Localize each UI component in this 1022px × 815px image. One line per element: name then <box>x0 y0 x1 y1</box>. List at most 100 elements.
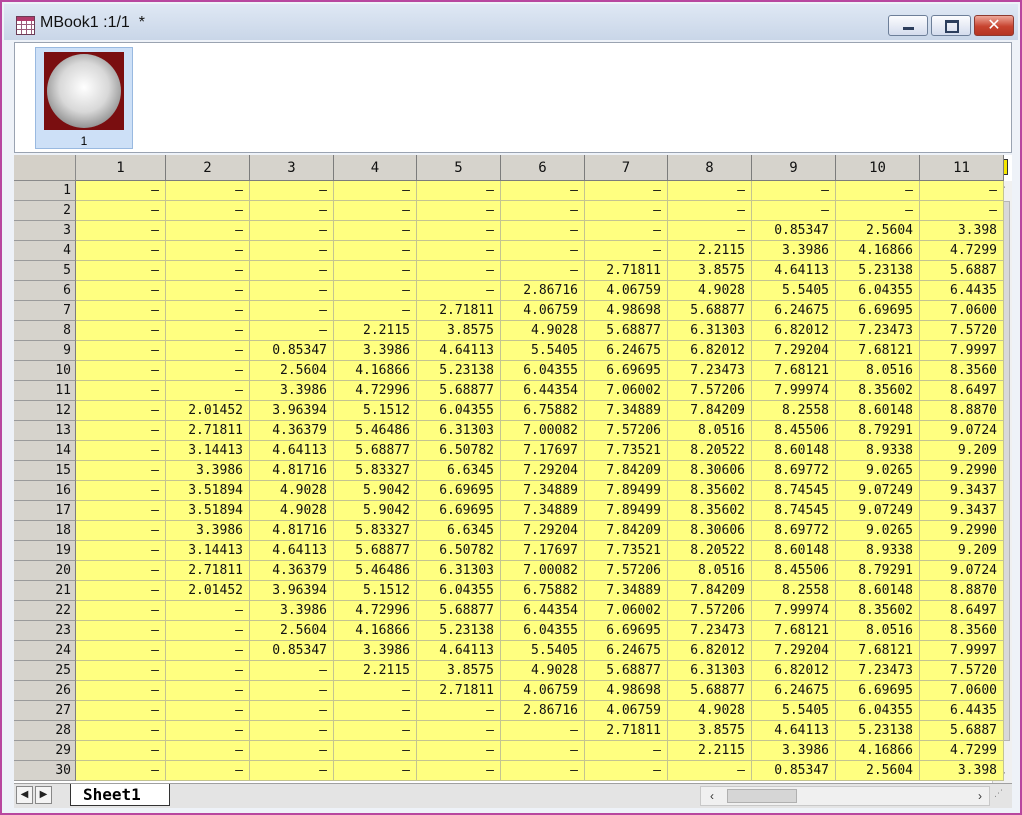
matrix-cell[interactable]: 3.3986 <box>752 741 836 761</box>
matrix-cell[interactable]: 4.81716 <box>250 461 334 481</box>
row-header[interactable]: 9 <box>14 341 76 361</box>
matrix-cell[interactable]: — <box>836 181 920 201</box>
matrix-grid[interactable]: ▶ ⌃ ⌄ 12345678910111———————————2————————… <box>14 155 1012 783</box>
matrix-cell[interactable]: 7.0600 <box>920 301 1004 321</box>
matrix-cell[interactable]: 4.64113 <box>752 721 836 741</box>
matrix-cell[interactable]: 8.2558 <box>752 581 836 601</box>
horizontal-scroll-thumb[interactable] <box>727 789 797 803</box>
matrix-cell[interactable]: 8.0516 <box>668 421 752 441</box>
matrix-cell[interactable]: 2.71811 <box>417 681 501 701</box>
matrix-cell[interactable]: 3.8575 <box>417 661 501 681</box>
matrix-cell[interactable]: 6.04355 <box>501 621 585 641</box>
matrix-cell[interactable]: — <box>76 181 166 201</box>
matrix-cell[interactable]: — <box>166 361 250 381</box>
matrix-cell[interactable]: — <box>250 721 334 741</box>
matrix-cell[interactable]: 5.9042 <box>334 481 417 501</box>
matrix-cell[interactable]: — <box>76 761 166 781</box>
matrix-cell[interactable]: 7.99974 <box>752 381 836 401</box>
matrix-cell[interactable]: 0.85347 <box>752 221 836 241</box>
matrix-cell[interactable]: 8.2558 <box>752 401 836 421</box>
matrix-cell[interactable]: 6.4435 <box>920 701 1004 721</box>
matrix-cell[interactable]: — <box>250 261 334 281</box>
matrix-cell[interactable]: — <box>250 701 334 721</box>
matrix-cell[interactable]: 7.29204 <box>752 641 836 661</box>
matrix-cell[interactable]: 7.9997 <box>920 641 1004 661</box>
matrix-cell[interactable]: 3.14413 <box>166 541 250 561</box>
matrix-cell[interactable]: 8.35602 <box>836 381 920 401</box>
matrix-cell[interactable]: 7.29204 <box>752 341 836 361</box>
matrix-cell[interactable]: — <box>250 321 334 341</box>
matrix-cell[interactable]: 8.60148 <box>836 401 920 421</box>
matrix-cell[interactable]: 3.51894 <box>166 501 250 521</box>
matrix-cell[interactable]: 6.6345 <box>417 461 501 481</box>
matrix-cell[interactable]: 9.0265 <box>836 521 920 541</box>
matrix-cell[interactable]: 7.73521 <box>585 441 668 461</box>
matrix-cell[interactable]: — <box>76 521 166 541</box>
matrix-cell[interactable]: — <box>752 201 836 221</box>
matrix-cell[interactable]: 5.23138 <box>836 721 920 741</box>
matrix-cell[interactable]: 9.07249 <box>836 501 920 521</box>
matrix-cell[interactable]: 8.60148 <box>752 441 836 461</box>
matrix-cell[interactable]: 2.2115 <box>334 661 417 681</box>
row-header[interactable]: 6 <box>14 281 76 301</box>
matrix-cell[interactable]: 7.68121 <box>752 621 836 641</box>
column-header[interactable]: 5 <box>417 155 501 181</box>
row-header[interactable]: 8 <box>14 321 76 341</box>
matrix-cell[interactable]: 6.31303 <box>668 321 752 341</box>
matrix-cell[interactable]: — <box>417 721 501 741</box>
matrix-cell[interactable]: 6.44354 <box>501 381 585 401</box>
matrix-cell[interactable]: — <box>668 201 752 221</box>
matrix-cell[interactable]: 7.5720 <box>920 321 1004 341</box>
matrix-cell[interactable]: 2.2115 <box>668 241 752 261</box>
matrix-object-thumbnail[interactable]: 1 <box>35 47 133 149</box>
matrix-cell[interactable]: — <box>166 241 250 261</box>
matrix-cell[interactable]: — <box>920 181 1004 201</box>
matrix-cell[interactable]: 4.9028 <box>250 481 334 501</box>
matrix-cell[interactable]: 5.68877 <box>334 441 417 461</box>
matrix-cell[interactable]: 6.04355 <box>836 281 920 301</box>
matrix-cell[interactable]: — <box>76 661 166 681</box>
matrix-cell[interactable]: 3.398 <box>920 221 1004 241</box>
matrix-cell[interactable]: 4.16866 <box>334 361 417 381</box>
matrix-cell[interactable]: 4.81716 <box>250 521 334 541</box>
matrix-cell[interactable]: — <box>334 681 417 701</box>
matrix-cell[interactable]: — <box>334 241 417 261</box>
matrix-cell[interactable]: 8.20522 <box>668 541 752 561</box>
matrix-cell[interactable]: 7.17697 <box>501 441 585 461</box>
column-header[interactable]: 3 <box>250 155 334 181</box>
row-header[interactable]: 10 <box>14 361 76 381</box>
matrix-cell[interactable]: — <box>250 681 334 701</box>
matrix-cell[interactable]: — <box>585 201 668 221</box>
matrix-cell[interactable]: 6.24675 <box>585 641 668 661</box>
matrix-cell[interactable]: 5.68877 <box>668 301 752 321</box>
resize-grip-icon[interactable]: ⋰ <box>994 788 1010 804</box>
row-header[interactable]: 1 <box>14 181 76 201</box>
matrix-cell[interactable]: 6.24675 <box>752 301 836 321</box>
matrix-cell[interactable]: 2.5604 <box>250 361 334 381</box>
matrix-cell[interactable]: 6.04355 <box>501 361 585 381</box>
matrix-cell[interactable]: 8.35602 <box>668 481 752 501</box>
matrix-cell[interactable]: — <box>250 761 334 781</box>
matrix-cell[interactable]: — <box>250 661 334 681</box>
matrix-cell[interactable]: 4.9028 <box>668 701 752 721</box>
matrix-cell[interactable]: — <box>76 681 166 701</box>
matrix-cell[interactable]: — <box>417 241 501 261</box>
matrix-cell[interactable]: 2.86716 <box>501 701 585 721</box>
matrix-cell[interactable]: 4.36379 <box>250 421 334 441</box>
matrix-cell[interactable]: 4.06759 <box>585 701 668 721</box>
matrix-cell[interactable]: 6.31303 <box>417 421 501 441</box>
matrix-cell[interactable]: — <box>250 181 334 201</box>
matrix-cell[interactable]: — <box>668 181 752 201</box>
matrix-cell[interactable]: 7.34889 <box>501 481 585 501</box>
matrix-cell[interactable]: 3.3986 <box>166 461 250 481</box>
matrix-cell[interactable]: — <box>417 761 501 781</box>
matrix-cell[interactable]: — <box>166 661 250 681</box>
matrix-cell[interactable]: 9.0724 <box>920 561 1004 581</box>
matrix-cell[interactable]: 6.6345 <box>417 521 501 541</box>
matrix-cell[interactable]: 2.2115 <box>668 741 752 761</box>
matrix-cell[interactable]: 4.64113 <box>417 641 501 661</box>
matrix-cell[interactable]: 3.3986 <box>250 381 334 401</box>
matrix-cell[interactable]: 4.72996 <box>334 601 417 621</box>
matrix-cell[interactable]: 6.24675 <box>752 681 836 701</box>
matrix-cell[interactable]: 5.68877 <box>417 601 501 621</box>
